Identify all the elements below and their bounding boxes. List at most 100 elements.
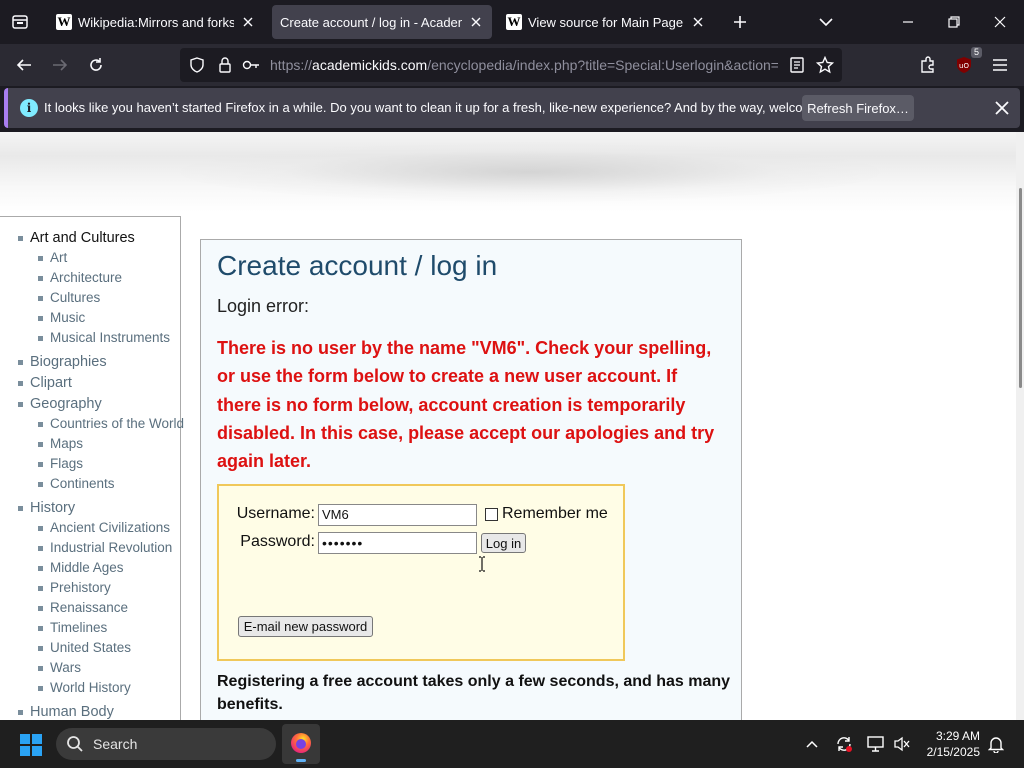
remember-me-label[interactable]: Remember me <box>502 505 608 523</box>
close-tab-icon[interactable] <box>468 14 484 30</box>
permissions-key-icon[interactable] <box>242 56 260 74</box>
search-label: Search <box>93 736 138 752</box>
list-all-tabs-button[interactable] <box>814 10 838 34</box>
tab-view-source[interactable]: W View source for Main Page - Wi <box>498 5 714 39</box>
sidebar-category-link[interactable]: Clipart <box>0 373 180 393</box>
new-tab-button[interactable] <box>728 10 752 34</box>
sidebar-group-history: History Ancient Civilizations Industrial… <box>0 498 180 698</box>
notifications-bell-icon[interactable] <box>986 734 1006 754</box>
arrow-right-icon <box>53 59 68 71</box>
firefox-icon <box>291 733 311 753</box>
restore-button[interactable] <box>940 8 968 36</box>
tab-wikipedia-mirrors[interactable]: W Wikipedia:Mirrors and forks/All <box>48 5 264 39</box>
url-prefix: https:// <box>270 57 313 73</box>
site-header-banner <box>0 132 1016 212</box>
reload-icon <box>90 58 102 71</box>
reader-view-icon[interactable] <box>788 56 806 74</box>
firefox-view-button[interactable] <box>6 8 34 36</box>
title-bar: W Wikipedia:Mirrors and forks/All Create… <box>0 0 1024 44</box>
close-notification-button[interactable] <box>992 98 1012 118</box>
chevron-down-icon <box>819 18 833 27</box>
ublock-extension-button[interactable]: uO 5 <box>950 47 982 79</box>
sidebar-category-link[interactable]: History <box>0 498 180 518</box>
sidebar-link[interactable]: Timelines <box>0 618 180 638</box>
sidebar-link[interactable]: Countries of the World <box>0 414 184 434</box>
header-decoration <box>180 142 880 202</box>
svg-text:uO: uO <box>959 62 969 70</box>
email-new-password-button[interactable]: E-mail new password <box>238 616 373 637</box>
firefox-view-icon <box>12 15 28 29</box>
sidebar-group-geography: Geography Countries of the World Maps Fl… <box>0 394 184 494</box>
web-page: Art and Cultures Art Architecture Cultur… <box>0 132 1024 720</box>
sidebar-link[interactable]: Ancient Civilizations <box>0 518 180 538</box>
ublock-shield-icon: uO <box>957 57 971 73</box>
page-title: Create account / log in <box>217 250 498 281</box>
sidebar-link[interactable]: Music <box>0 308 180 328</box>
forward-button[interactable] <box>46 51 74 79</box>
url-text[interactable]: https://academickids.com/encyclopedia/in… <box>270 57 778 73</box>
sidebar-link[interactable]: Wars <box>0 658 180 678</box>
sidebar-category-link[interactable]: Human Body <box>0 702 180 720</box>
wikipedia-favicon-icon: W <box>506 14 522 30</box>
chevron-up-icon <box>806 740 818 748</box>
refresh-firefox-button[interactable]: Refresh Firefox… <box>802 95 914 121</box>
tracking-protection-shield-icon[interactable] <box>188 56 206 74</box>
active-app-indicator <box>296 759 306 762</box>
extensions-button[interactable] <box>914 51 942 79</box>
info-icon: i <box>20 99 38 117</box>
windows-taskbar: Search 3:29 AM 2/15/2025 <box>0 720 1024 768</box>
login-error-heading: Login error: <box>217 296 310 316</box>
close-icon <box>994 16 1006 28</box>
search-icon <box>67 736 83 752</box>
sidebar-link[interactable]: Maps <box>0 434 180 454</box>
close-window-button[interactable] <box>986 8 1014 36</box>
category-sidebar: Art and Cultures Art Architecture Cultur… <box>0 216 184 720</box>
sidebar-category-link[interactable]: Biographies <box>0 352 180 372</box>
sidebar-link[interactable]: Musical Instruments <box>0 328 180 348</box>
sidebar-link[interactable]: Renaissance <box>0 598 180 618</box>
sidebar-link[interactable]: Prehistory <box>0 578 180 598</box>
tab-create-account[interactable]: Create account / log in - Academic <box>272 5 492 39</box>
password-input[interactable]: ••••••• <box>318 532 477 554</box>
tab-title: Wikipedia:Mirrors and forks/All <box>78 14 234 30</box>
sidebar-category-link[interactable]: Geography <box>0 394 180 414</box>
sidebar-link[interactable]: Art <box>0 248 180 268</box>
sidebar-link[interactable]: Industrial Revolution <box>0 538 180 558</box>
close-tab-icon[interactable] <box>240 14 256 30</box>
volume-muted-icon[interactable] <box>892 734 912 754</box>
lock-icon[interactable] <box>216 56 234 74</box>
sidebar-group-art: Art and Cultures Art Architecture Cultur… <box>0 228 180 348</box>
sidebar-link[interactable]: Cultures <box>0 288 180 308</box>
firefox-taskbar-button[interactable] <box>282 724 320 764</box>
sidebar-link[interactable]: United States <box>0 638 180 658</box>
sidebar-category-link[interactable]: Art and Cultures <box>0 228 180 248</box>
taskbar-search-box[interactable]: Search <box>56 728 276 760</box>
hamburger-menu-icon <box>993 59 1007 71</box>
sidebar-link[interactable]: Architecture <box>0 268 180 288</box>
sidebar-link[interactable]: Continents <box>0 474 180 494</box>
url-bar[interactable]: https://academickids.com/encyclopedia/in… <box>180 48 842 82</box>
log-in-button[interactable]: Log in <box>481 533 526 553</box>
remember-me-checkbox[interactable] <box>485 508 498 521</box>
windows-start-icon[interactable] <box>20 734 42 756</box>
scrollbar-thumb[interactable] <box>1019 188 1022 388</box>
network-display-icon[interactable] <box>866 734 886 754</box>
sidebar-link[interactable]: Middle Ages <box>0 558 180 578</box>
show-hidden-icons-button[interactable] <box>802 734 822 754</box>
url-path: /encyclopedia/index.php?title=Special:Us… <box>427 57 778 73</box>
page-scrollbar[interactable] <box>1016 132 1024 720</box>
sidebar-link[interactable]: World History <box>0 678 180 698</box>
minimize-button[interactable] <box>894 8 922 36</box>
username-input[interactable]: VM6 <box>318 504 477 526</box>
close-tab-icon[interactable] <box>690 14 706 30</box>
notification-text: It looks like you haven’t started Firefo… <box>44 100 856 115</box>
tab-title: View source for Main Page - Wi <box>528 14 684 30</box>
bookmark-star-icon[interactable] <box>816 56 834 74</box>
taskbar-clock[interactable]: 3:29 AM 2/15/2025 <box>918 728 980 760</box>
sidebar-link[interactable]: Flags <box>0 454 180 474</box>
app-menu-button[interactable] <box>986 51 1014 79</box>
sync-status-icon[interactable] <box>834 734 854 754</box>
reload-button[interactable] <box>82 51 110 79</box>
back-button[interactable] <box>10 51 38 79</box>
sidebar-group-human-body: Human Body <box>0 702 180 720</box>
